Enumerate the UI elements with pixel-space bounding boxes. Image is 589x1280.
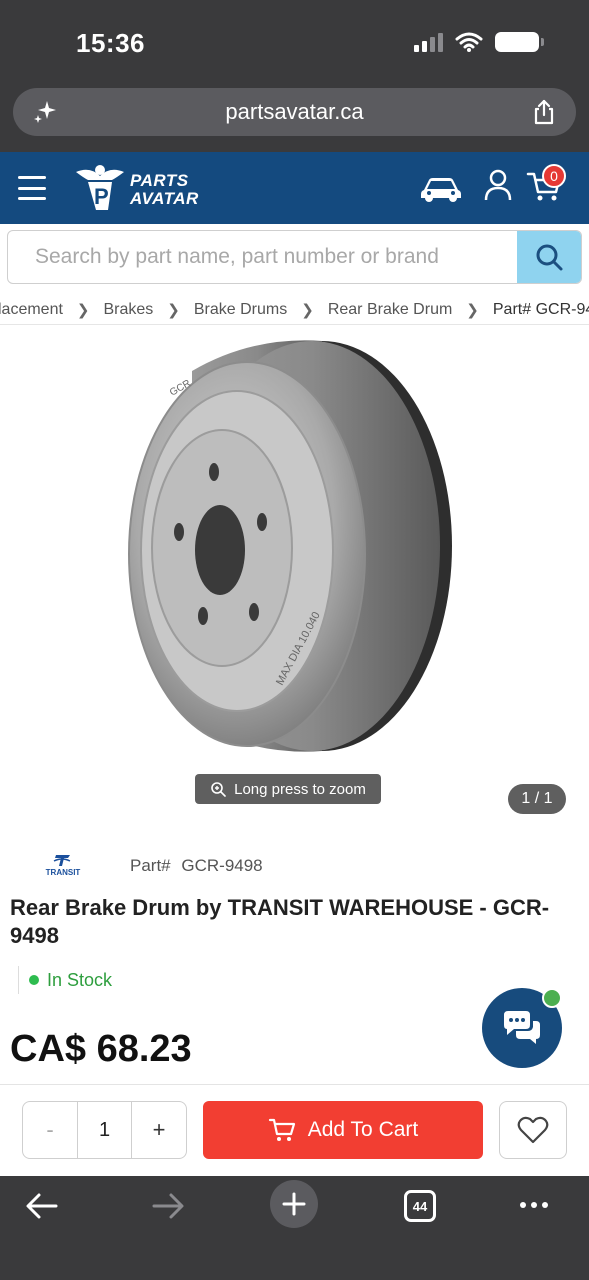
plus-icon (282, 1192, 306, 1216)
page: 15:36 partsavatar.ca P PARTS AVATAR 0 Se… (0, 0, 589, 1280)
decrease-quantity-button[interactable]: - (23, 1102, 77, 1158)
wifi-icon (455, 32, 483, 52)
divider (0, 324, 589, 325)
logo-text[interactable]: PARTS AVATAR (130, 172, 199, 208)
in-stock-dot-icon (29, 975, 39, 985)
cellular-signal-icon (414, 32, 443, 52)
logo-line-parts: PARTS (130, 171, 189, 190)
stock-status-text: In Stock (47, 969, 113, 990)
wishlist-button[interactable] (499, 1101, 567, 1159)
status-icons (414, 32, 544, 52)
user-icon[interactable] (484, 168, 512, 202)
search-icon (536, 244, 563, 271)
battery-icon (495, 32, 544, 52)
stock-status: In Stock (18, 966, 112, 994)
breadcrumb-item[interactable]: Brake Drums (194, 301, 287, 319)
add-to-cart-button[interactable]: Add To Cart (203, 1101, 483, 1159)
chevron-right-icon: ❯ (167, 302, 180, 319)
product-title: Rear Brake Drum by TRANSIT WAREHOUSE - G… (10, 895, 550, 948)
browser-bottom-chrome: 44 (0, 1176, 589, 1280)
site-header: P PARTS AVATAR (0, 152, 589, 224)
product-image[interactable]: MAX DIA 10.040 GCR (22, 326, 568, 816)
chevron-right-icon: ❯ (76, 302, 90, 319)
zoom-hint: Long press to zoom (195, 774, 381, 804)
chevron-right-icon: ❯ (466, 302, 479, 319)
chat-icon (504, 1011, 540, 1044)
breadcrumb-current: Part# GCR-9498 (492, 301, 589, 318)
url-bar[interactable]: partsavatar.ca (13, 88, 576, 136)
share-icon[interactable] (530, 98, 558, 126)
quantity-value[interactable]: 1 (77, 1102, 132, 1158)
cart-icon (268, 1118, 295, 1141)
brand-logo[interactable]: TRANSIT (42, 852, 84, 878)
product-price: CA$ 68.23 (10, 1028, 192, 1070)
heart-icon (517, 1116, 549, 1144)
svg-text:P: P (94, 184, 109, 209)
brand-logo-text: TRANSIT (46, 868, 81, 877)
part-label: Part# (130, 856, 171, 875)
increase-quantity-button[interactable]: + (132, 1102, 186, 1158)
browser-top-chrome: 15:36 partsavatar.ca (0, 0, 589, 152)
sparkle-icon[interactable] (31, 98, 59, 126)
status-time: 15:36 (76, 28, 145, 58)
new-tab-button[interactable] (270, 1180, 318, 1228)
logo-line-avatar: AVATAR (130, 189, 199, 208)
part-number-line: Part# GCR-9498 (130, 856, 263, 876)
breadcrumb-item[interactable]: Rear Brake Drum (328, 301, 452, 319)
part-number: GCR-9498 (181, 856, 263, 875)
more-icon[interactable] (520, 1202, 548, 1208)
add-to-cart-label: Add To Cart (307, 1118, 419, 1141)
back-arrow-icon[interactable] (24, 1192, 60, 1220)
url-text[interactable]: partsavatar.ca (225, 99, 363, 125)
search-button[interactable] (517, 231, 581, 283)
zoom-icon (211, 782, 226, 797)
zoom-hint-text: Long press to zoom (234, 780, 366, 798)
car-icon[interactable] (420, 172, 462, 204)
online-indicator-dot (542, 988, 562, 1008)
breadcrumb-item[interactable]: Brakes (104, 301, 154, 319)
breadcrumb-item[interactable]: lacement (0, 301, 63, 319)
image-counter: 1 / 1 (508, 784, 566, 814)
search-bar (7, 230, 582, 284)
cart-count-badge[interactable]: 0 (542, 164, 566, 188)
forward-arrow-icon[interactable] (150, 1192, 186, 1220)
divider (0, 1084, 589, 1085)
quantity-stepper: - 1 + (22, 1101, 187, 1159)
search-input[interactable] (8, 231, 518, 283)
chevron-right-icon: ❯ (301, 302, 314, 319)
hamburger-icon[interactable] (18, 176, 46, 200)
tabs-icon[interactable]: 44 (404, 1190, 436, 1222)
breadcrumb: lacement ❯ Brakes ❯ Brake Drums ❯ Rear B… (0, 298, 589, 322)
